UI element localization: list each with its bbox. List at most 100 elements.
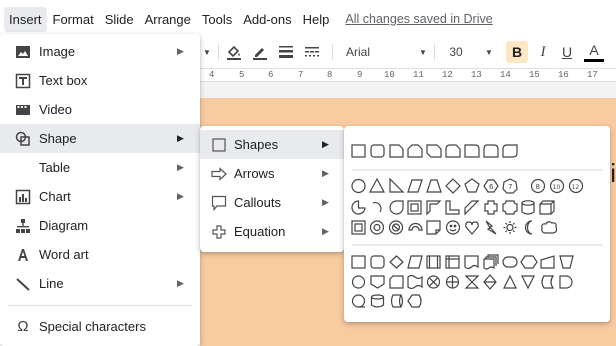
snip-round-shape-icon[interactable] — [445, 144, 461, 158]
cloud-shape-icon[interactable] — [541, 221, 558, 234]
chevron-down-icon[interactable]: ▼ — [418, 42, 428, 62]
flowchart-document-shape-icon[interactable] — [464, 255, 479, 270]
flowchart-stored-data-shape-icon[interactable] — [541, 275, 555, 289]
can-shape-icon[interactable] — [521, 200, 535, 215]
trapezoid-shape-icon[interactable] — [426, 179, 442, 193]
flowchart-process-shape-icon[interactable] — [351, 255, 366, 269]
chevron-down-icon[interactable]: ▼ — [202, 42, 212, 62]
snip-diagonal-shape-icon[interactable] — [426, 144, 442, 158]
donut-shape-icon[interactable] — [369, 220, 385, 235]
fill-color-icon[interactable] — [224, 42, 244, 62]
submenu-item-callouts[interactable]: Callouts ▶ — [200, 188, 344, 217]
round-one-corner-shape-icon[interactable] — [464, 144, 480, 158]
submenu-item-equation[interactable]: Equation ▶ — [200, 217, 344, 246]
flowchart-connector-shape-icon[interactable] — [351, 275, 366, 289]
flowchart-direct-access-storage-shape-icon[interactable] — [390, 294, 404, 308]
bevel-shape-icon[interactable] — [351, 220, 366, 235]
italic-button[interactable]: I — [534, 42, 552, 62]
menu-slide[interactable]: Slide — [100, 7, 139, 32]
snip-corner-rectangle-shape-icon[interactable] — [389, 144, 404, 158]
border-weight-icon[interactable] — [276, 42, 296, 62]
heart-shape-icon[interactable] — [465, 221, 479, 235]
menu-item-image[interactable]: Image ▶ — [0, 37, 200, 66]
parallelogram-shape-icon[interactable] — [407, 179, 423, 193]
pie-shape-icon[interactable] — [351, 200, 366, 215]
menu-format[interactable]: Format — [48, 7, 99, 32]
flowchart-alternate-process-shape-icon[interactable] — [370, 255, 385, 269]
pentagon-shape-icon[interactable] — [464, 178, 480, 193]
menu-item-shape[interactable]: Shape ▶ — [0, 124, 200, 153]
menu-item-text-box[interactable]: Text box — [0, 66, 200, 95]
menu-item-word-art[interactable]: Word art — [0, 240, 200, 269]
flowchart-decision-shape-icon[interactable] — [389, 255, 404, 269]
chevron-down-icon[interactable]: ▼ — [484, 42, 494, 62]
l-shape-icon[interactable] — [445, 200, 460, 215]
underline-button[interactable]: U — [558, 42, 576, 62]
moon-shape-icon[interactable] — [524, 220, 533, 235]
flowchart-card-shape-icon[interactable] — [389, 275, 404, 289]
flowchart-punched-tape-shape-icon[interactable] — [407, 274, 423, 290]
flowchart-collate-shape-icon[interactable] — [464, 275, 480, 289]
menu-item-table[interactable]: Table ▶ — [0, 153, 200, 182]
chord-shape-icon[interactable] — [372, 202, 382, 213]
frame-shape-icon[interactable] — [407, 200, 422, 215]
font-family-select[interactable]: Arial — [346, 42, 406, 62]
folded-corner-shape-icon[interactable] — [426, 220, 441, 235]
decagon-shape-icon[interactable]: 10 — [549, 178, 565, 194]
flowchart-manual-operation-shape-icon[interactable] — [559, 255, 574, 269]
submenu-item-shapes[interactable]: Shapes ▶ — [200, 130, 344, 159]
flowchart-data-shape-icon[interactable] — [407, 255, 423, 269]
flowchart-magnetic-disk-shape-icon[interactable] — [370, 294, 385, 308]
menu-item-video[interactable]: Video — [0, 95, 200, 124]
sun-shape-icon[interactable] — [503, 221, 517, 234]
diamond-shape-icon[interactable] — [445, 178, 461, 194]
triangle-shape-icon[interactable] — [368, 177, 386, 193]
menu-tools[interactable]: Tools — [197, 7, 237, 32]
menu-item-diagram[interactable]: Diagram — [0, 211, 200, 240]
round-diagonal-shape-icon[interactable] — [502, 144, 518, 158]
submenu-item-arrows[interactable]: Arrows ▶ — [200, 159, 344, 188]
flowchart-internal-storage-shape-icon[interactable] — [445, 255, 460, 269]
menu-item-special-characters[interactable]: Ω Special characters — [0, 312, 200, 341]
flowchart-predefined-process-shape-icon[interactable] — [426, 255, 441, 269]
flowchart-preparation-shape-icon[interactable] — [520, 255, 538, 269]
menu-arrange[interactable]: Arrange — [140, 7, 196, 32]
dodecagon-shape-icon[interactable]: 12 — [568, 178, 584, 194]
diagonal-stripe-shape-icon[interactable] — [464, 200, 480, 216]
menu-add-ons[interactable]: Add-ons — [238, 7, 296, 32]
cross-shape-icon[interactable] — [484, 200, 498, 215]
flowchart-sort-shape-icon[interactable] — [483, 274, 497, 290]
snip-same-side-shape-icon[interactable] — [407, 144, 423, 158]
octagon-shape-icon[interactable]: 8 — [530, 178, 546, 194]
menu-help[interactable]: Help — [298, 7, 335, 32]
flowchart-multidocument-shape-icon[interactable] — [483, 254, 499, 270]
menu-item-line[interactable]: Line ▶ — [0, 269, 200, 298]
flowchart-delay-shape-icon[interactable] — [559, 275, 573, 289]
heptagon-shape-icon[interactable]: 7 — [502, 178, 518, 194]
half-frame-shape-icon[interactable] — [426, 200, 442, 216]
menu-insert[interactable]: Insert — [4, 6, 47, 32]
border-dash-icon[interactable] — [302, 42, 322, 62]
no-symbol-shape-icon[interactable] — [388, 220, 404, 235]
teardrop-shape-icon[interactable] — [389, 200, 404, 215]
bold-button[interactable]: B — [506, 41, 528, 63]
oval-shape-icon[interactable] — [351, 178, 366, 194]
hexagon-shape-icon[interactable]: 6 — [483, 179, 499, 193]
flowchart-display-shape-icon[interactable] — [407, 294, 422, 308]
border-color-icon[interactable] — [250, 42, 270, 62]
flowchart-manual-input-shape-icon[interactable] — [540, 255, 555, 269]
flowchart-terminator-shape-icon[interactable] — [502, 256, 518, 268]
flowchart-summing-junction-shape-icon[interactable] — [426, 275, 441, 289]
cube-shape-icon[interactable] — [539, 200, 555, 215]
rectangle-shape-icon[interactable] — [351, 144, 366, 158]
lightning-bolt-shape-icon[interactable] — [485, 220, 497, 235]
smiley-face-shape-icon[interactable] — [445, 220, 461, 235]
font-size-input[interactable]: 30 — [446, 42, 466, 62]
text-color-button[interactable]: A — [584, 40, 604, 62]
round-same-side-shape-icon[interactable] — [483, 144, 499, 158]
flowchart-or-shape-icon[interactable] — [445, 275, 460, 289]
plaque-shape-icon[interactable] — [502, 200, 518, 215]
block-arc-shape-icon[interactable] — [408, 222, 423, 231]
save-status-link[interactable]: All changes saved in Drive — [345, 12, 492, 26]
flowchart-sequential-access-storage-shape-icon[interactable] — [351, 294, 366, 308]
